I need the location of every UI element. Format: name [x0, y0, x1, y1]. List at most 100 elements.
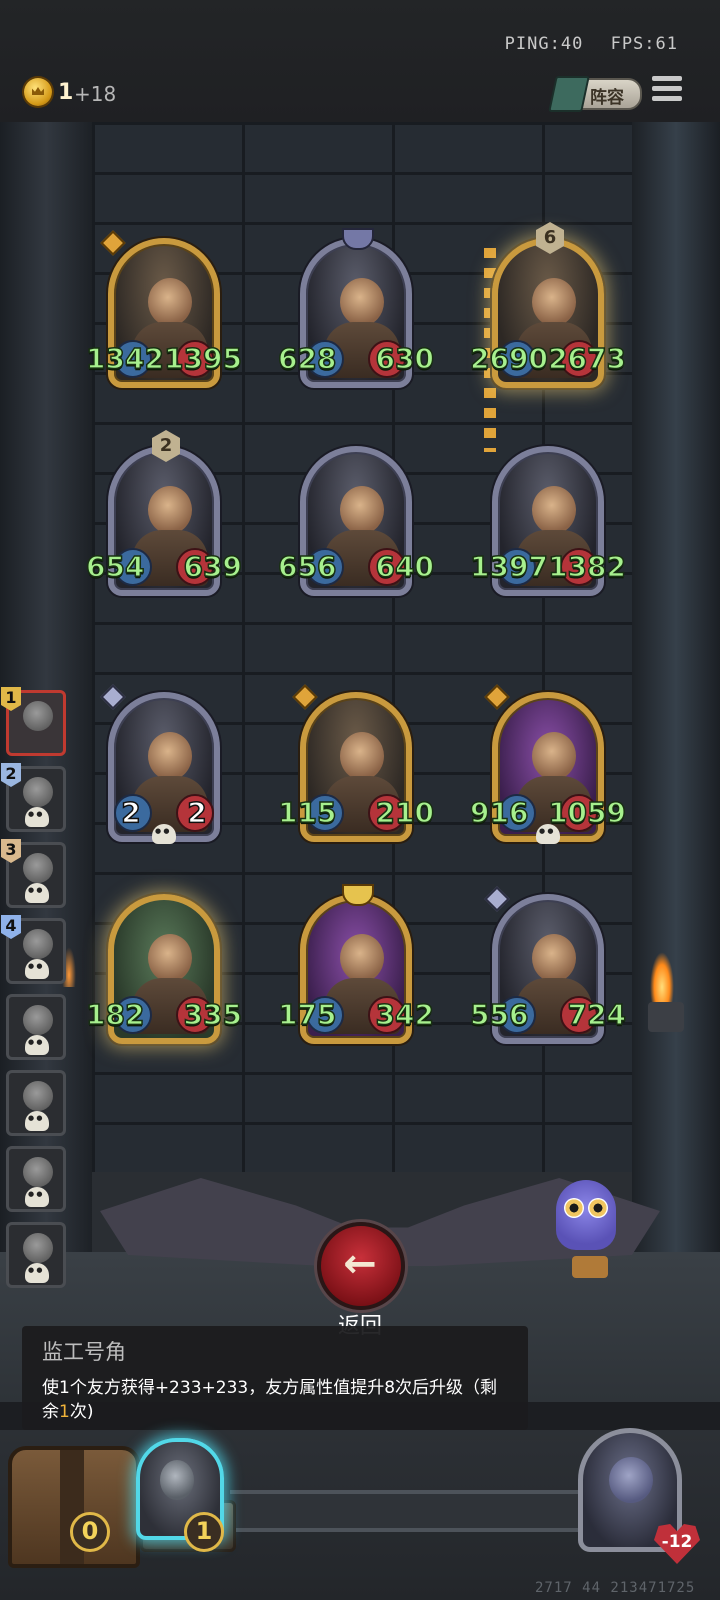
owl-mascot[interactable]	[556, 1180, 616, 1250]
right-pillar	[632, 122, 720, 1282]
player-avatar	[23, 777, 53, 807]
player-slot[interactable]	[6, 994, 66, 1060]
player-avatar	[23, 1157, 53, 1187]
minion-portrait	[532, 732, 576, 780]
lineup-button[interactable]: 阵容	[548, 76, 642, 112]
player-avatar	[23, 1081, 53, 1111]
minion-card[interactable]: 2 2	[100, 684, 220, 844]
player-slot[interactable]	[6, 1070, 66, 1136]
attack-value: 654	[85, 549, 145, 584]
hamburger-menu-icon[interactable]	[652, 76, 682, 104]
health-value: 2	[187, 795, 208, 830]
minion-portrait	[340, 732, 384, 780]
tooltip-description: 使1个友方获得+233+233，友方属性值提升8次后升级（剩余1次)	[42, 1376, 512, 1424]
minion-portrait	[340, 278, 384, 326]
health-value: 1395	[163, 341, 242, 376]
back-button[interactable]: ←	[317, 1222, 405, 1310]
minion-card[interactable]: 175 342	[277, 884, 435, 1044]
player-slot[interactable]: 4	[1, 915, 66, 984]
attack-value: 1397	[469, 549, 548, 584]
minion-portrait	[148, 934, 192, 982]
torch-flame-icon	[650, 952, 674, 1002]
player-slot[interactable]: 2	[1, 763, 66, 832]
minion-portrait	[148, 278, 192, 326]
minion-card[interactable]: 556 724	[469, 886, 627, 1044]
chest-count: 0	[70, 1512, 110, 1552]
minion-card[interactable]: 115 210	[277, 684, 435, 842]
health-value: 210	[375, 795, 435, 830]
health-value: 639	[183, 549, 243, 584]
health-value: 1382	[547, 549, 626, 584]
health-value: 724	[567, 997, 627, 1032]
attack-value: 916	[469, 795, 529, 830]
skull-icon	[25, 1187, 49, 1207]
item-tooltip: 监工号角 使1个友方获得+233+233，友方属性值提升8次后升级（剩余1次)	[22, 1326, 528, 1430]
skull-icon	[25, 883, 49, 903]
health-value: 342	[375, 997, 435, 1032]
arrow-left-icon: ←	[343, 1241, 377, 1287]
minion-portrait	[340, 486, 384, 534]
attack-value: 656	[277, 549, 337, 584]
attack-value: 556	[469, 997, 529, 1032]
hero-count: 1	[184, 1512, 224, 1552]
player-avatar	[23, 701, 53, 731]
network-stats: PING:40 FPS:61	[505, 34, 678, 54]
minion-card[interactable]: 916 1059	[469, 684, 627, 844]
health-value: 335	[183, 997, 243, 1032]
player-slot[interactable]: 1	[1, 687, 66, 756]
skull-icon	[25, 1111, 49, 1131]
opponent-face	[609, 1457, 653, 1503]
attack-value: 182	[85, 997, 145, 1032]
attack-value: 175	[277, 997, 337, 1032]
minion-card[interactable]: 6 2690 2673	[469, 222, 627, 388]
minion-card[interactable]: 182 335	[85, 894, 243, 1044]
skull-icon	[25, 959, 49, 979]
lineup-label: 阵容	[590, 88, 624, 108]
minion-portrait	[148, 486, 192, 534]
tooltip-title: 监工号角	[42, 1340, 126, 1364]
attack-value: 115	[277, 795, 337, 830]
treasure-chest[interactable]	[8, 1446, 140, 1568]
player-avatar	[23, 853, 53, 883]
health-value: 640	[375, 549, 435, 584]
minion-card[interactable]: 2 654 639	[85, 430, 243, 596]
health-value: 630	[375, 341, 435, 376]
torch-holder	[648, 1002, 684, 1032]
player-slot[interactable]	[6, 1146, 66, 1212]
gold-increment: +18	[74, 82, 117, 106]
tooltip-desc-text: 使1个友方获得+233+233，友方属性值提升8次后升级（剩余	[42, 1378, 498, 1422]
fps-label: FPS:61	[610, 34, 678, 54]
minion-portrait	[148, 732, 192, 780]
player-avatar	[23, 1005, 53, 1035]
attack-value: 628	[277, 341, 337, 376]
tooltip-desc-end: 次)	[69, 1402, 94, 1422]
skull-icon	[25, 807, 49, 827]
gold-amount: 1	[58, 80, 74, 105]
minion-portrait	[532, 278, 576, 326]
book-icon	[548, 76, 590, 112]
basket-icon	[572, 1256, 608, 1278]
skull-icon	[25, 1263, 49, 1283]
player-avatar	[23, 1233, 53, 1263]
minion-portrait	[532, 486, 576, 534]
skull-icon	[536, 824, 560, 844]
minion-card[interactable]: 1397 1382	[469, 446, 627, 596]
hero-face	[160, 1460, 194, 1500]
skull-icon	[152, 824, 176, 844]
minion-card[interactable]: 656 640	[277, 446, 435, 596]
player-slot[interactable]	[6, 1222, 66, 1288]
debug-text: 2717 44 213471725	[535, 1580, 696, 1596]
opponent-health: -12	[661, 1532, 693, 1552]
minion-portrait	[340, 934, 384, 982]
tooltip-remaining-count: 1	[59, 1402, 70, 1422]
top-bar: PING:40 FPS:61 1 +18 阵容	[0, 0, 720, 122]
minion-portrait	[532, 934, 576, 982]
health-value: 1059	[547, 795, 626, 830]
attack-value: 1342	[85, 341, 164, 376]
attack-value: 2	[121, 795, 142, 830]
minion-card[interactable]: 1342 1395	[85, 230, 243, 388]
attack-value: 2690	[469, 341, 548, 376]
ping-label: PING:40	[504, 34, 584, 54]
minion-card[interactable]: 628 630	[277, 228, 435, 388]
player-slot[interactable]: 3	[1, 839, 66, 908]
